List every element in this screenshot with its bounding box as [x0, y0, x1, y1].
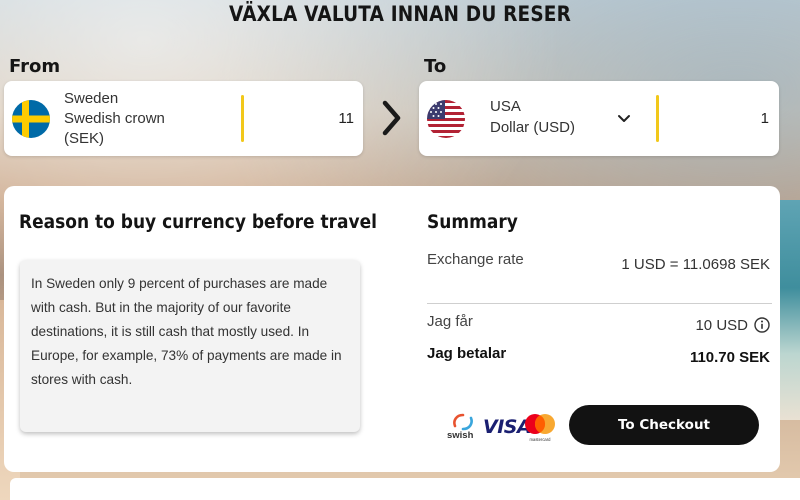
- chevron-right-icon: [382, 100, 401, 136]
- to-amount-input[interactable]: 1: [699, 110, 769, 127]
- checkout-button[interactable]: To Checkout: [569, 405, 759, 445]
- from-label: From: [9, 56, 61, 77]
- reason-text: In Sweden only 9 percent of purchases ar…: [31, 276, 342, 387]
- reason-title: Reason to buy currency before travel: [19, 212, 378, 233]
- receive-value: 10 USD: [695, 317, 748, 334]
- to-currency-card[interactable]: USA Dollar (USD) 1: [419, 81, 779, 156]
- usa-flag-icon: [427, 100, 465, 138]
- from-currency-name: Swedish crown: [64, 110, 165, 127]
- receive-label: Jag får: [427, 313, 473, 330]
- info-icon[interactable]: [754, 317, 770, 333]
- to-country: USA: [490, 98, 521, 115]
- to-label: To: [424, 56, 447, 77]
- exchange-rate-label: Exchange rate: [427, 251, 524, 268]
- bottom-panel: [10, 478, 800, 500]
- page-title: VÄXLA VALUTA INNAN DU RESER: [228, 2, 572, 26]
- to-currency-name: Dollar (USD): [490, 119, 576, 136]
- from-currency-card[interactable]: Sweden Swedish crown (SEK) 11: [4, 81, 363, 156]
- mastercard-logo-icon: mastercard: [525, 414, 555, 442]
- chevron-down-icon[interactable]: [617, 112, 631, 126]
- reason-text-box: In Sweden only 9 percent of purchases ar…: [20, 260, 360, 432]
- from-divider: [241, 95, 244, 142]
- from-amount-input[interactable]: 11: [284, 110, 354, 127]
- swish-label: swish: [447, 430, 474, 441]
- from-currency-code: (SEK): [64, 130, 105, 147]
- to-divider: [656, 95, 659, 142]
- sweden-flag-icon: [12, 100, 50, 138]
- mastercard-label: mastercard: [530, 437, 552, 442]
- receive-value-row: 10 USD: [695, 317, 770, 334]
- exchange-rate-value: 1 USD = 11.0698 SEK: [621, 256, 770, 273]
- pay-value: 110.70 SEK: [689, 349, 770, 366]
- summary-divider: [427, 303, 772, 304]
- summary-title: Summary: [427, 212, 518, 233]
- from-country: Sweden: [64, 90, 119, 107]
- pay-label: Jag betalar: [427, 345, 507, 362]
- info-panel: Reason to buy currency before travel In …: [4, 186, 780, 472]
